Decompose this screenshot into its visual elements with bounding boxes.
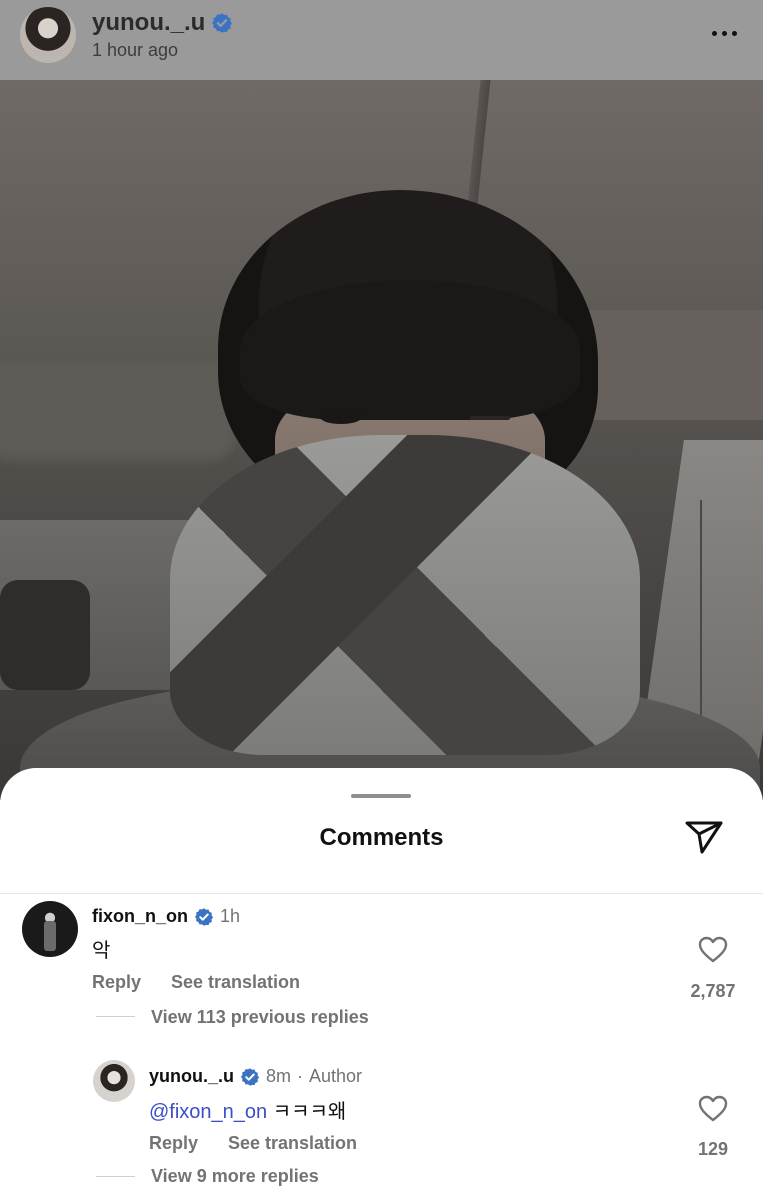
see-translation-button[interactable]: See translation (228, 1133, 357, 1154)
see-translation-button[interactable]: See translation (171, 972, 300, 993)
post-header: yunou._.u 1 hour ago (0, 0, 763, 80)
verified-badge-icon (211, 12, 233, 34)
post-timestamp: 1 hour ago (92, 40, 179, 60)
heart-icon[interactable] (696, 934, 730, 964)
view-more-replies-button[interactable]: View 9 more replies (151, 1166, 319, 1187)
reply-button[interactable]: Reply (149, 1133, 198, 1154)
sheet-grab-handle[interactable] (351, 794, 411, 798)
reply-button[interactable]: Reply (92, 972, 141, 993)
post-author-username[interactable]: yunou._.u (92, 9, 233, 37)
more-options-icon[interactable] (700, 20, 748, 46)
comments-sheet: Comments fixon_n_on 1h 악 Reply See trans… (0, 768, 763, 1200)
comment-text: ㅋㅋㅋ왜 (272, 1101, 347, 1123)
comment-username-row: yunou._.u 8m · Author (149, 1066, 362, 1087)
like-count: 2,787 (690, 981, 736, 1001)
comments-title: Comments (319, 824, 444, 851)
post-photo[interactable] (0, 80, 763, 800)
post-author-name[interactable]: yunou._.u (92, 9, 205, 37)
replies-line (96, 1016, 135, 1017)
commenter-avatar[interactable] (22, 901, 78, 957)
comment-time: 8m (266, 1066, 292, 1086)
dot-separator: · (297, 1066, 304, 1086)
comment-username[interactable]: fixon_n_on (92, 906, 188, 927)
comment-username[interactable]: yunou._.u (149, 1066, 234, 1087)
post-author-avatar[interactable] (20, 7, 76, 63)
verified-badge-icon (240, 1067, 260, 1087)
mention-link[interactable]: @fixon_n_on (149, 1101, 267, 1123)
comment-username-row: fixon_n_on 1h (92, 906, 240, 927)
author-label: Author (309, 1066, 363, 1086)
heart-icon[interactable] (696, 1093, 730, 1123)
like-count: 129 (697, 1139, 729, 1159)
send-icon[interactable] (680, 816, 728, 858)
replies-line (96, 1176, 135, 1177)
verified-badge-icon (194, 907, 214, 927)
commenter-avatar[interactable] (93, 1060, 135, 1102)
sheet-divider (0, 893, 763, 894)
comment-text: 악 (92, 940, 111, 962)
comment-time: 1h (220, 906, 241, 926)
view-previous-replies-button[interactable]: View 113 previous replies (151, 1007, 369, 1028)
comment-text-row: @fixon_n_on ㅋㅋㅋ왜 (149, 1095, 346, 1124)
